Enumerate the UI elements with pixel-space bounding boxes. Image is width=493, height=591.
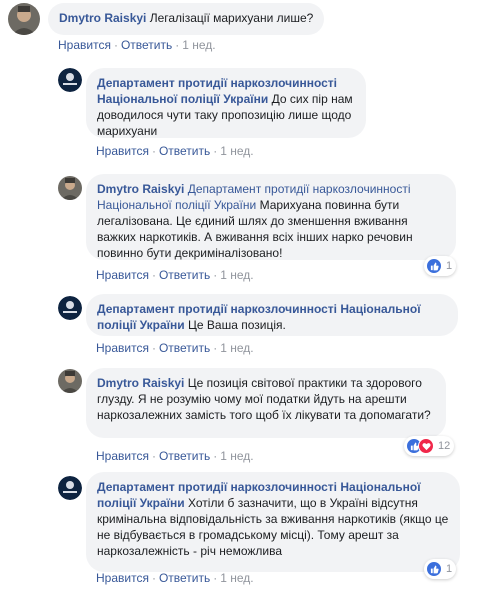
page-avatar[interactable] — [58, 476, 82, 500]
reply-link[interactable]: Ответить — [159, 571, 210, 585]
comment-bubble: Департамент протидії наркозлочинності На… — [86, 68, 366, 138]
like-link[interactable]: Нравится — [96, 268, 149, 282]
comment-actions: Нравится · Ответить · 1 нед. — [96, 341, 254, 355]
comment-bubble: Департамент протидії наркозлочинності На… — [86, 472, 460, 572]
comment-author[interactable]: Dmytro Raiskyi — [97, 376, 184, 390]
comment-bubble: Dmytro Raiskyi Легалізації марихуани лиш… — [48, 3, 325, 35]
page-avatar[interactable] — [58, 68, 82, 92]
like-reaction-icon — [426, 258, 442, 274]
reply-link[interactable]: Ответить — [159, 268, 210, 282]
like-link[interactable]: Нравится — [96, 341, 149, 355]
user-avatar[interactable] — [58, 369, 82, 393]
like-link[interactable]: Нравится — [58, 38, 111, 52]
love-reaction-icon — [418, 438, 434, 454]
comment-actions: Нравится · Ответить · 1 нед. — [96, 571, 254, 585]
reaction-summary[interactable]: 1 — [424, 256, 457, 276]
reaction-count: 1 — [446, 260, 453, 272]
comment-time[interactable]: 1 нед. — [220, 449, 253, 463]
comment-time[interactable]: 1 нед. — [220, 268, 253, 282]
like-link[interactable]: Нравится — [96, 144, 149, 158]
reaction-count: 12 — [438, 440, 451, 452]
comment-author[interactable]: Dmytro Raiskyi — [97, 182, 184, 196]
reaction-summary[interactable]: 1 — [424, 559, 457, 579]
comment-author[interactable]: Dmytro Raiskyi — [59, 11, 146, 25]
reaction-count: 1 — [446, 563, 453, 575]
comment-actions: Нравится · Ответить · 1 нед. — [96, 268, 254, 282]
reaction-summary[interactable]: 12 — [404, 436, 455, 456]
reply-link[interactable]: Ответить — [159, 449, 210, 463]
comment-bubble: Департамент протидії наркозлочинності На… — [86, 294, 458, 336]
comment-time[interactable]: 1 нед. — [220, 571, 253, 585]
reply-link[interactable]: Ответить — [159, 144, 210, 158]
comment-time[interactable]: 1 нед. — [182, 38, 215, 52]
reply-link[interactable]: Ответить — [121, 38, 172, 52]
page-avatar[interactable] — [58, 296, 82, 320]
user-avatar[interactable] — [8, 3, 40, 35]
comment-actions: Нравится · Ответить · 1 нед. — [96, 144, 254, 158]
comment-actions: Нравится · Ответить · 1 нед. — [58, 38, 216, 52]
comment-text: Легалізації марихуани лише? — [149, 11, 314, 25]
like-reaction-icon — [426, 561, 442, 577]
comment-bubble: Dmytro Raiskyi Це позиція світової практ… — [86, 368, 446, 438]
comment-bubble: Dmytro Raiskyi Департамент протидії нарк… — [86, 174, 456, 260]
comment-actions: Нравится · Ответить · 1 нед. — [96, 449, 254, 463]
user-avatar[interactable] — [58, 176, 82, 200]
comment-text: Це Ваша позиція. — [188, 318, 286, 332]
comment-time[interactable]: 1 нед. — [220, 341, 253, 355]
like-link[interactable]: Нравится — [96, 449, 149, 463]
like-link[interactable]: Нравится — [96, 571, 149, 585]
comment-time[interactable]: 1 нед. — [220, 144, 253, 158]
reply-link[interactable]: Ответить — [159, 341, 210, 355]
